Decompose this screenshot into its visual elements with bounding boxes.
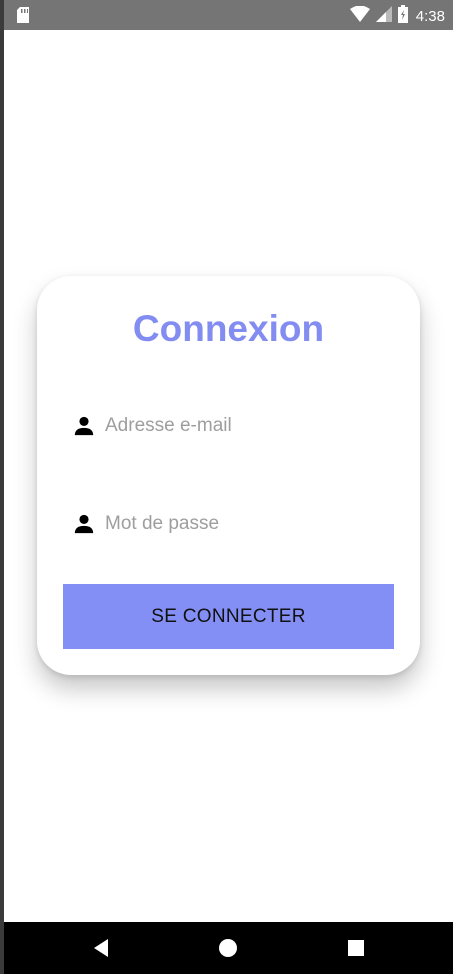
signal-icon (375, 6, 392, 27)
back-icon[interactable] (92, 938, 112, 958)
home-icon[interactable] (218, 938, 238, 958)
page-title: Connexion (132, 308, 325, 349)
person-icon (74, 416, 94, 436)
device-frame: 4:38 Connexion SE CONNECTER (0, 0, 453, 974)
password-input[interactable] (105, 513, 365, 535)
recent-apps-icon[interactable] (346, 938, 366, 958)
sd-card-icon (16, 7, 30, 28)
app-screen: Connexion SE CONNECTER (4, 30, 453, 922)
wifi-icon (349, 5, 370, 27)
email-input[interactable] (105, 415, 365, 437)
status-bar: 4:38 (4, 0, 453, 30)
person-icon (74, 514, 94, 534)
battery-icon (397, 5, 408, 28)
status-time: 4:38 (415, 8, 445, 25)
navigation-bar (4, 922, 453, 974)
password-field (73, 504, 393, 544)
login-button[interactable]: SE CONNECTER (63, 584, 394, 649)
email-field (73, 406, 393, 446)
login-card: Connexion SE CONNECTER (37, 276, 420, 675)
